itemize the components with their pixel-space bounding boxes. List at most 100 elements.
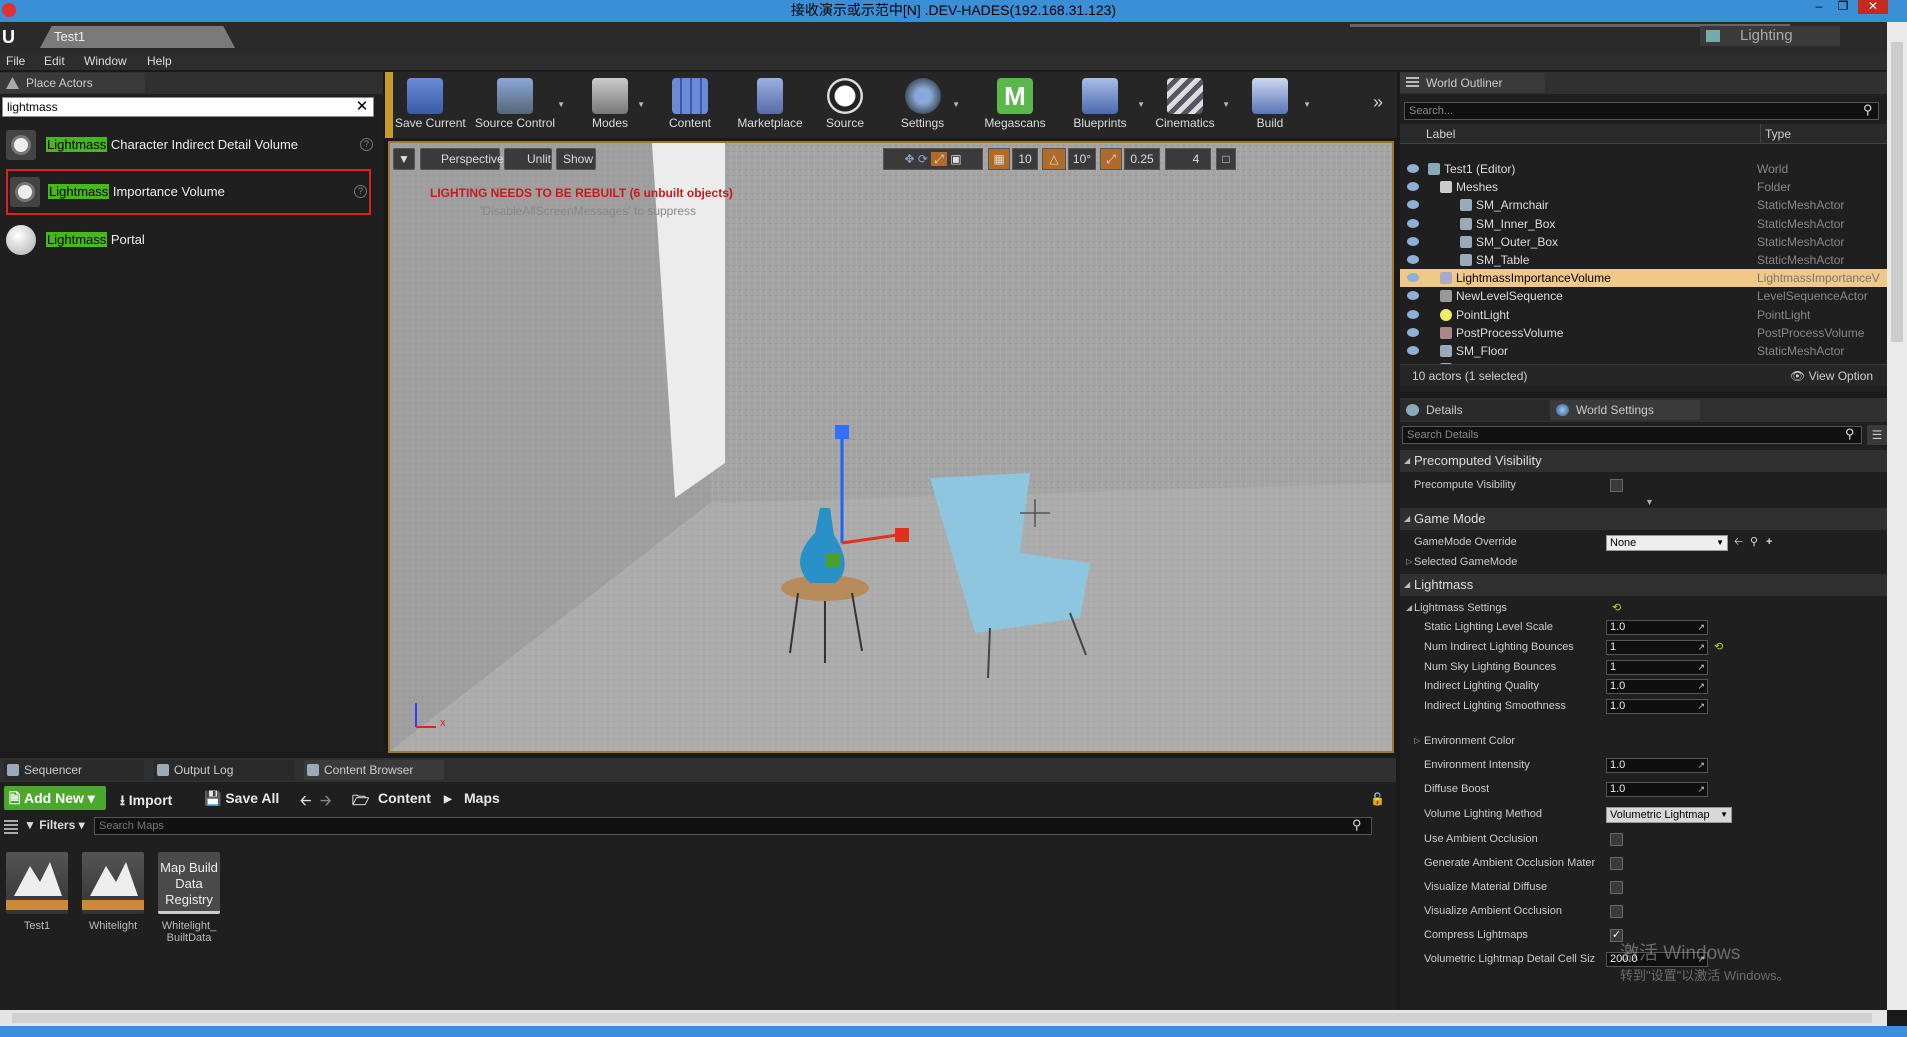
help-icon[interactable]: ? <box>354 185 367 198</box>
menu-edit[interactable]: Edit <box>44 52 65 70</box>
label-column[interactable]: Label <box>1426 124 1455 144</box>
lock-icon[interactable]: 🔓 <box>1370 792 1385 806</box>
world-icon[interactable]: ▣ <box>950 152 961 166</box>
back-icon[interactable]: 🡠 <box>300 790 311 814</box>
environment-intensity-input[interactable]: 1.0 <box>1606 758 1708 773</box>
viewport-options-button[interactable]: ▼ <box>393 148 415 170</box>
prop-value-input[interactable]: 1.0 <box>1606 620 1708 635</box>
settings-button[interactable]: Settings ▼ <box>895 74 960 136</box>
chevron-down-icon[interactable]: ▼ <box>952 100 960 109</box>
blueprints-button[interactable]: Blueprints ▼ <box>1065 74 1145 136</box>
cinematics-button[interactable]: Cinematics ▼ <box>1150 74 1230 136</box>
tab-sequencer[interactable]: Sequencer <box>4 760 144 780</box>
view-options-icon[interactable]: ☰ <box>1867 425 1887 445</box>
section-game-mode[interactable]: ◢ Game Mode <box>1400 508 1887 530</box>
visualize-diffuse-checkbox[interactable] <box>1610 881 1623 894</box>
gamemode-override-select[interactable]: None <box>1606 535 1728 551</box>
level-viewport[interactable]: x ▼ Perspective Unlit Show ✥ ⟳ ⤢ ▣ ▦ 10 … <box>388 141 1394 753</box>
browse-icon[interactable]: ⚲ <box>1750 531 1758 553</box>
arrow-left-icon[interactable]: 🡠 <box>1734 531 1743 553</box>
restore-icon[interactable]: ❐ <box>1832 0 1854 14</box>
menu-window[interactable]: Window <box>84 52 127 70</box>
tab-world-settings[interactable]: World Settings <box>1550 400 1700 420</box>
details-search-input[interactable]: Search Details <box>1402 426 1862 444</box>
diffuse-boost-input[interactable]: 1.0 <box>1606 782 1708 797</box>
use-ao-checkbox[interactable] <box>1610 833 1623 846</box>
compress-lightmaps-checkbox[interactable]: ✓ <box>1610 929 1623 942</box>
visibility-eye-icon[interactable] <box>1407 309 1419 319</box>
show-button[interactable]: Show <box>556 148 596 170</box>
move-icon[interactable]: ✥ <box>904 152 914 166</box>
source-button[interactable]: Source <box>820 74 870 136</box>
place-actors-search-input[interactable]: lightmass <box>2 97 374 117</box>
tab-content-browser[interactable]: Content Browser <box>304 760 444 780</box>
tab-place-actors[interactable]: Place Actors <box>0 73 145 93</box>
asset-tile[interactable]: Whitelight <box>82 852 144 932</box>
horizontal-scrollbar[interactable] <box>0 1010 1887 1026</box>
visibility-eye-icon[interactable] <box>1407 182 1419 192</box>
menu-file[interactable]: File <box>6 52 25 70</box>
maximize-viewport-icon[interactable]: □ <box>1216 148 1236 170</box>
precompute-visibility-checkbox[interactable] <box>1610 479 1623 492</box>
save-all-button[interactable]: 💾 Save All <box>204 790 279 807</box>
visibility-eye-icon[interactable] <box>1407 236 1419 246</box>
type-column[interactable]: Type <box>1760 124 1791 144</box>
volumetric-cell-size-input[interactable]: 200.0 <box>1606 952 1708 967</box>
chevron-down-icon[interactable]: ▼ <box>637 100 645 109</box>
transform-tools[interactable]: ✥ ⟳ ⤢ ▣ <box>883 148 983 170</box>
outliner-row[interactable]: NewLevelSequence LevelSequenceActor <box>1400 287 1887 305</box>
visibility-eye-icon[interactable] <box>1407 346 1419 355</box>
outliner-row[interactable]: Test1 (Editor) World <box>1400 160 1887 178</box>
prop-value-input[interactable]: 1 <box>1606 639 1708 655</box>
section-precomputed-visibility[interactable]: ◢ Precomputed Visibility <box>1400 450 1887 472</box>
outliner-row[interactable]: LightmassImportanceVolume LightmassImport… <box>1400 269 1887 288</box>
asset-tile[interactable]: Test1 <box>6 852 68 932</box>
help-icon[interactable]: ? <box>360 138 373 151</box>
breadcrumb-content[interactable]: Content <box>378 790 431 806</box>
view-options-button[interactable]: 👁 View Option <box>1790 365 1873 387</box>
visibility-eye-icon[interactable] <box>1407 291 1419 301</box>
sources-toggle-icon[interactable] <box>4 820 18 834</box>
content-button[interactable]: Content <box>665 74 715 136</box>
prop-value-input[interactable]: 1 <box>1606 659 1708 675</box>
rotation-snap-icon[interactable]: △ <box>1042 148 1066 170</box>
toolbar-overflow-icon[interactable]: » <box>1373 92 1383 113</box>
megascans-button[interactable]: M Megascans <box>980 74 1050 136</box>
close-icon[interactable]: ✕ <box>1858 0 1888 14</box>
volume-lighting-method-select[interactable]: Volumetric Lightmap <box>1606 807 1732 823</box>
chevron-right-icon[interactable]: ▷ <box>1406 551 1412 573</box>
visibility-eye-icon[interactable] <box>1407 200 1419 210</box>
chevron-down-icon[interactable]: ▼ <box>557 100 565 109</box>
perspective-button[interactable]: Perspective <box>420 148 504 170</box>
visibility-eye-icon[interactable] <box>1407 327 1419 337</box>
breadcrumb-maps[interactable]: Maps <box>464 790 500 806</box>
rotate-icon[interactable]: ⟳ <box>918 152 928 166</box>
environment-color-swatch[interactable] <box>1606 735 1838 747</box>
outliner-row[interactable]: SM_Outer_Box StaticMeshActor <box>1400 233 1887 251</box>
section-lightmass[interactable]: ◢ Lightmass <box>1400 574 1887 596</box>
marketplace-button[interactable]: Marketplace <box>735 74 805 136</box>
chevron-down-icon[interactable]: ▼ <box>1303 100 1311 109</box>
build-button[interactable]: Build ▼ <box>1245 74 1311 136</box>
level-tab[interactable]: Test1 <box>40 26 235 48</box>
chevron-right-icon[interactable]: ▷ <box>1414 730 1420 752</box>
outliner-search-input[interactable]: Search... <box>1404 102 1879 120</box>
camera-speed-value[interactable]: 4 <box>1165 148 1211 170</box>
visualize-ao-checkbox[interactable] <box>1610 905 1623 918</box>
tab-output-log[interactable]: Output Log <box>154 760 294 780</box>
tab-details[interactable]: Details <box>1400 400 1550 420</box>
grid-snap-value[interactable]: 10 <box>1012 148 1038 170</box>
selected-gamemode-row[interactable]: ▷ Selected GameMode <box>1400 551 1887 573</box>
actor-item-portal[interactable]: Lightmass Portal <box>0 217 383 263</box>
filters-button[interactable]: ▼ Filters ▾ <box>24 818 85 832</box>
menu-help[interactable]: Help <box>147 52 172 70</box>
chevron-down-icon[interactable]: ▼ <box>1137 100 1145 109</box>
expand-advanced-icon[interactable]: ▼ <box>1645 497 1654 507</box>
modes-button[interactable]: Modes ▼ <box>585 74 645 136</box>
add-new-button[interactable]: 🗎 Add New ▾ <box>4 786 106 810</box>
prop-value-input[interactable]: 1.0 <box>1606 679 1708 695</box>
import-button[interactable]: ⭳ Import <box>120 790 172 814</box>
scrollbar-thumb[interactable] <box>12 1013 1872 1023</box>
scale-snap-icon[interactable]: ⤢ <box>1100 148 1122 170</box>
surface-snap-icon[interactable]: ▦ <box>988 148 1010 170</box>
